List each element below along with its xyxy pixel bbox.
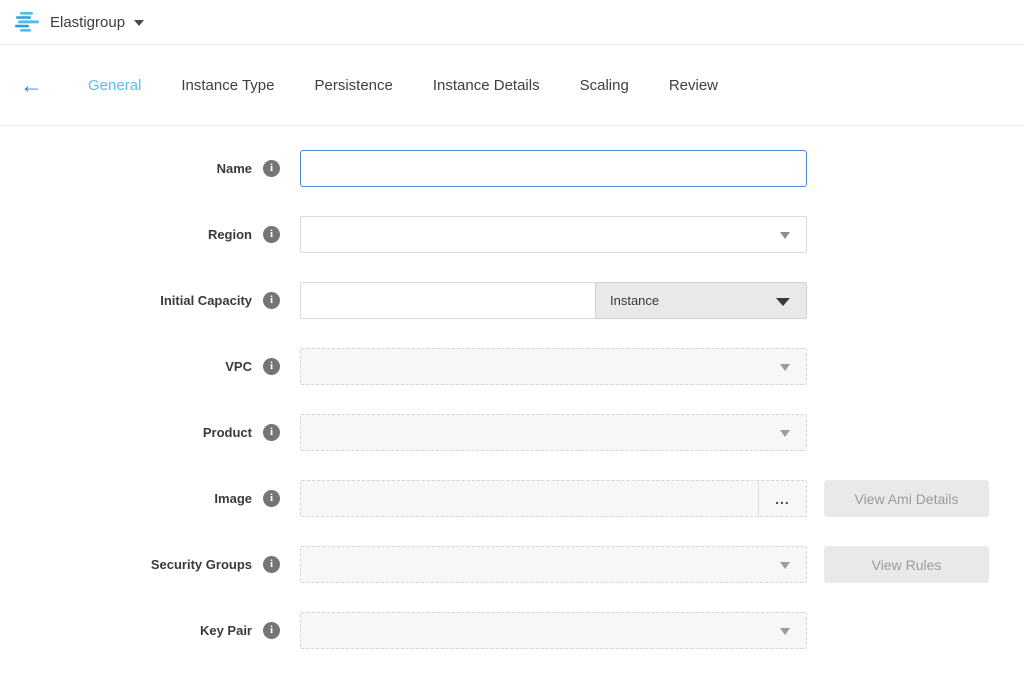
name-input[interactable] — [300, 150, 807, 187]
info-icon[interactable]: i — [263, 358, 280, 375]
capacity-unit-select[interactable]: Instance — [595, 282, 807, 319]
initial-capacity-input[interactable] — [300, 282, 595, 319]
tab-instance-type[interactable]: Instance Type — [181, 77, 274, 94]
info-icon[interactable]: i — [263, 292, 280, 309]
region-label: Region — [0, 227, 252, 242]
vpc-select — [300, 348, 807, 385]
field-row-name: Name i — [0, 150, 1024, 187]
product-select — [300, 414, 807, 451]
chevron-down-icon — [780, 232, 790, 239]
tab-review[interactable]: Review — [669, 77, 718, 94]
capacity-unit-value: Instance — [610, 293, 659, 308]
field-row-region: Region i — [0, 216, 1024, 253]
wizard-tabbar: ← General Instance Type Persistence Inst… — [0, 45, 1024, 126]
info-icon[interactable]: i — [263, 160, 280, 177]
image-browse-button[interactable]: ... — [758, 481, 806, 516]
chevron-down-icon — [780, 562, 790, 569]
vpc-label: VPC — [0, 359, 252, 374]
view-ami-details-button[interactable]: View Ami Details — [824, 480, 989, 517]
topbar: Elastigroup — [0, 0, 1024, 45]
chevron-down-icon[interactable] — [134, 20, 144, 26]
initial-capacity-label: Initial Capacity — [0, 293, 252, 308]
field-row-initial-capacity: Initial Capacity i Instance — [0, 282, 1024, 319]
field-row-vpc: VPC i — [0, 348, 1024, 385]
image-input: ... — [300, 480, 807, 517]
field-row-image: Image i ... View Ami Details — [0, 480, 1024, 517]
key-pair-select — [300, 612, 807, 649]
product-label: Product — [0, 425, 252, 440]
tab-general[interactable]: General — [88, 77, 141, 94]
wizard-tabs: General Instance Type Persistence Instan… — [88, 77, 718, 94]
info-icon[interactable]: i — [263, 556, 280, 573]
info-icon[interactable]: i — [263, 490, 280, 507]
image-label: Image — [0, 491, 252, 506]
security-groups-label: Security Groups — [0, 557, 252, 572]
info-icon[interactable]: i — [263, 424, 280, 441]
info-icon[interactable]: i — [263, 622, 280, 639]
chevron-down-icon — [780, 430, 790, 437]
tab-instance-details[interactable]: Instance Details — [433, 77, 540, 94]
field-row-key-pair: Key Pair i — [0, 612, 1024, 649]
name-label: Name — [0, 161, 252, 176]
elastigroup-logo-icon — [14, 11, 40, 33]
tab-scaling[interactable]: Scaling — [580, 77, 629, 94]
tab-persistence[interactable]: Persistence — [315, 77, 393, 94]
chevron-down-icon — [780, 628, 790, 635]
view-rules-button[interactable]: View Rules — [824, 546, 989, 583]
field-row-security-groups: Security Groups i View Rules — [0, 546, 1024, 583]
region-select[interactable] — [300, 216, 807, 253]
chevron-down-icon — [776, 298, 790, 306]
info-icon[interactable]: i — [263, 226, 280, 243]
chevron-down-icon — [780, 364, 790, 371]
back-arrow-icon[interactable]: ← — [20, 74, 50, 97]
security-groups-select — [300, 546, 807, 583]
app-switcher-label[interactable]: Elastigroup — [50, 14, 125, 31]
field-row-product: Product i — [0, 414, 1024, 451]
key-pair-label: Key Pair — [0, 623, 252, 638]
general-form: Name i Region i Initial Capacity i Insta… — [0, 126, 1024, 649]
